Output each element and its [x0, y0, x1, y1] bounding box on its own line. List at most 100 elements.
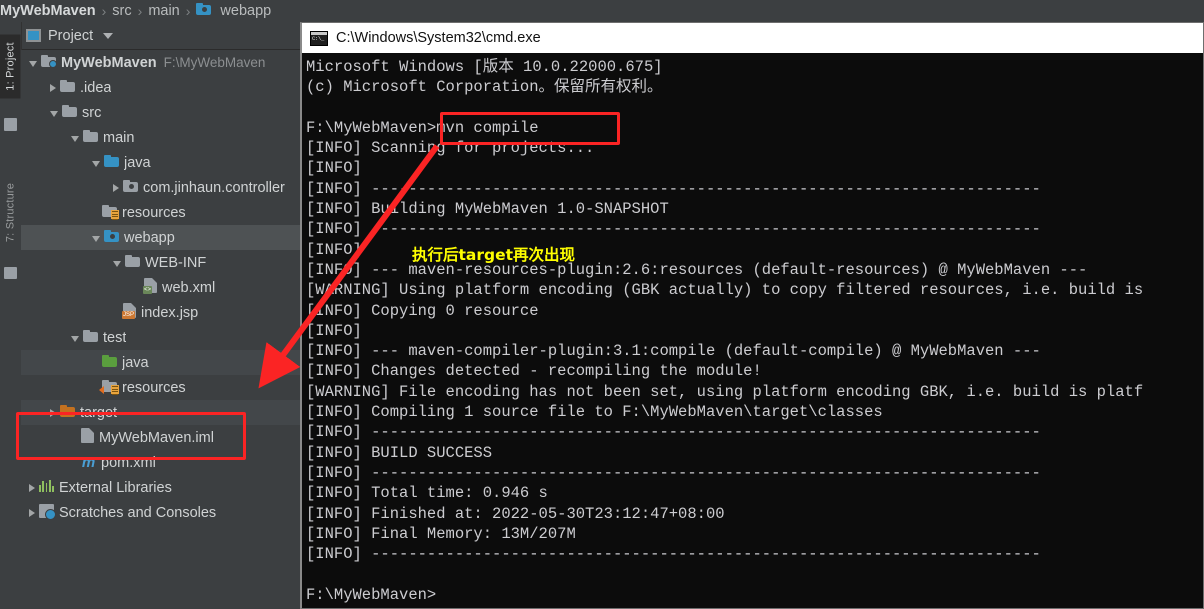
tree-row[interactable]: <> web.xml [21, 275, 310, 300]
cmd-title-bar[interactable]: C:\Windows\System32\cmd.exe [302, 23, 1203, 53]
sidebar-tab-label: 1: Project [4, 42, 16, 91]
module-folder-icon [41, 54, 57, 71]
breadcrumb-separator: › [101, 3, 107, 19]
breadcrumb-separator: › [185, 3, 191, 19]
test-resources-folder-icon [99, 379, 119, 396]
tree-row[interactable]: test [21, 325, 310, 350]
terminal-line: [INFO] Changes detected - recompiling th… [306, 362, 762, 381]
chevron-right-icon[interactable] [50, 83, 56, 92]
tree-row-label: main [103, 129, 135, 146]
tree-row[interactable]: java [21, 350, 310, 375]
terminal-line: [WARNING] File encoding has not been set… [306, 382, 1144, 401]
tree-row[interactable]: resources [21, 375, 310, 400]
tree-row[interactable]: com.jinhaun.controller [21, 175, 310, 200]
tree-row-label: com.jinhaun.controller [143, 179, 285, 196]
tree-row[interactable]: WEB-INF [21, 250, 310, 275]
annotation-box-command [440, 112, 620, 145]
terminal-line: Microsoft Windows [版本 10.0.22000.675] [306, 58, 663, 76]
package-icon [123, 179, 138, 196]
folder-web-icon [196, 3, 212, 19]
terminal-line: [INFO] [306, 321, 362, 340]
tree-row[interactable]: src [21, 100, 310, 125]
tree-row-label: java [124, 154, 151, 171]
cmd-title-text: C:\Windows\System32\cmd.exe [336, 30, 541, 46]
breadcrumb-item-src[interactable]: src [112, 3, 131, 19]
tree-row[interactable]: External Libraries [21, 475, 310, 500]
chevron-right-icon[interactable] [29, 483, 35, 492]
tree-row[interactable]: JSP index.jsp [21, 300, 310, 325]
terminal-line: (c) Microsoft Corporation。保留所有权利。 [306, 78, 663, 97]
chevron-right-icon[interactable] [29, 508, 35, 517]
cmd-window[interactable]: C:\Windows\System32\cmd.exe Microsoft Wi… [300, 22, 1204, 609]
breadcrumb-label: src [112, 3, 132, 19]
tool-window-title: Project [48, 27, 94, 44]
source-folder-icon [104, 154, 119, 171]
terminal-line: [WARNING] Using platform encoding (GBK a… [306, 281, 1144, 300]
tree-row[interactable]: main [21, 125, 310, 150]
project-view-icon [26, 29, 41, 42]
breadcrumb: MyWebMaven › src › main › webapp [0, 0, 1204, 22]
terminal-line: [INFO] ---------------------------------… [306, 545, 1041, 564]
breadcrumb-item-main[interactable]: main [148, 3, 179, 19]
folder-icon [125, 254, 140, 271]
chevron-down-icon[interactable] [71, 135, 79, 142]
libraries-icon [39, 479, 54, 496]
tree-row[interactable]: Scratches and Consoles [21, 500, 310, 525]
tree-row[interactable]: java [21, 150, 310, 175]
chevron-down-icon[interactable] [50, 110, 58, 117]
terminal-line: [INFO] BUILD SUCCESS [306, 443, 493, 462]
tree-row-label: webapp [124, 229, 175, 246]
project-tree[interactable]: MyWebMaven F:\MyWebMaven .idea src main java c… [21, 50, 311, 609]
terminal-line: [INFO] ---------------------------------… [306, 423, 1041, 442]
terminal-line: [INFO] Total time: 0.946 s [306, 484, 548, 503]
folder-icon [62, 104, 77, 121]
folder-icon [60, 79, 75, 96]
tree-row-label: index.jsp [141, 304, 199, 321]
tree-row-label: resources [122, 204, 186, 221]
breadcrumb-label: MyWebMaven [0, 3, 96, 19]
tree-row-label: src [82, 104, 102, 121]
test-source-folder-icon [102, 354, 117, 371]
tree-row[interactable]: MyWebMaven F:\MyWebMaven [21, 50, 310, 75]
web-xml-file-icon: <> [143, 278, 157, 297]
tree-row-label: test [103, 329, 127, 346]
structure-tab-icon [4, 267, 17, 279]
left-tool-strip: 1: Project 7: Structure [0, 22, 22, 609]
terminal-line: [INFO] ---------------------------------… [306, 179, 1041, 198]
terminal-line: [INFO] --- maven-compiler-plugin:3.1:com… [306, 342, 1041, 361]
cmd-icon [310, 30, 328, 46]
chevron-down-icon[interactable] [113, 260, 121, 267]
annotation-box-target [16, 412, 246, 460]
sidebar-tab-structure[interactable]: 7: Structure [0, 181, 21, 245]
tree-row-label: .idea [80, 79, 112, 96]
annotation-note-text: 执行后target再次出现 [412, 246, 576, 264]
chevron-down-icon[interactable] [29, 60, 37, 67]
breadcrumb-separator: › [137, 3, 143, 19]
project-tab-icon [4, 118, 17, 131]
chevron-down-icon[interactable] [103, 32, 114, 39]
terminal-line: F:\MyWebMaven> [306, 585, 437, 604]
tree-row[interactable]: .idea [21, 75, 310, 100]
cmd-output[interactable]: Microsoft Windows [版本 10.0.22000.675] (c)… [302, 53, 1203, 605]
terminal-line: [INFO] Finished at: 2022-05-30T23:12:47+… [306, 504, 725, 523]
tree-row[interactable]: resources [21, 200, 310, 225]
jsp-file-icon: JSP [122, 303, 136, 322]
tree-row[interactable]: webapp [21, 225, 310, 250]
breadcrumb-item-webapp[interactable]: webapp [196, 3, 271, 19]
scratches-icon [39, 503, 56, 522]
tree-row-label: MyWebMaven [61, 54, 157, 71]
tree-row-label: WEB-INF [145, 254, 207, 271]
sidebar-tab-project[interactable]: 1: Project [0, 34, 21, 99]
tree-row-label: Scratches and Consoles [59, 504, 217, 521]
terminal-line: [INFO] ---------------------------------… [306, 220, 1041, 239]
chevron-down-icon[interactable] [92, 160, 100, 167]
chevron-down-icon[interactable] [71, 335, 79, 342]
chevron-right-icon[interactable] [113, 183, 119, 192]
breadcrumb-label: main [148, 3, 180, 19]
terminal-line: [INFO] Copying 0 resource [306, 301, 539, 320]
terminal-line: [INFO] [306, 159, 362, 178]
breadcrumb-label: webapp [220, 3, 272, 19]
breadcrumb-item-mywebmaven[interactable]: MyWebMaven [0, 3, 96, 19]
chevron-down-icon[interactable] [92, 235, 100, 242]
